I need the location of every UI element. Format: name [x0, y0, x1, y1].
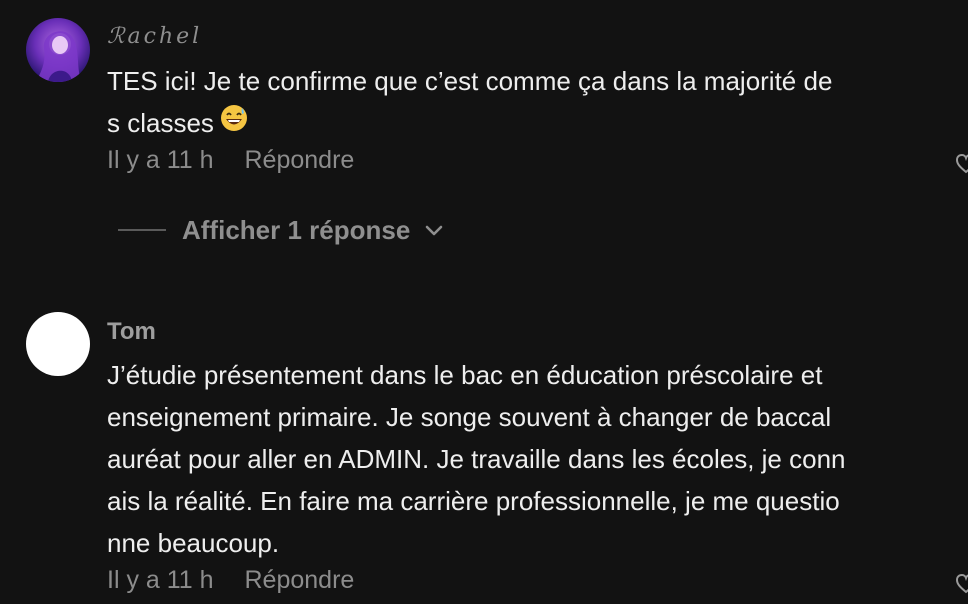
comment-line: J’étudie présentement dans le bac en édu… — [107, 360, 823, 390]
comment-line-with-emoji: s classes — [107, 102, 927, 144]
avatar[interactable] — [26, 18, 90, 82]
comment-text: TES ici! Je te confirme que c’est comme … — [107, 60, 927, 144]
comment-line: nne beaucoup. — [107, 528, 280, 558]
heart-icon[interactable] — [955, 572, 968, 596]
comment-line: TES ici! Je te confirme que c’est comme … — [107, 66, 833, 96]
comment-line: ais la réalité. En faire ma carrière pro… — [107, 486, 840, 516]
comment-timestamp: Il y a 11 h — [107, 146, 214, 174]
comment-username[interactable]: ℛachel — [107, 24, 202, 49]
comment-text: J’étudie présentement dans le bac en édu… — [107, 354, 927, 564]
comment-meta: Il y a 11 h Répondre — [107, 566, 354, 595]
reply-button[interactable]: Répondre — [245, 146, 355, 175]
show-replies-label: Afficher 1 réponse — [182, 214, 411, 245]
comment-meta: Il y a 11 h Répondre — [107, 146, 354, 175]
comment-line: s classes — [107, 108, 214, 138]
heart-icon[interactable] — [955, 152, 968, 176]
comment-line: enseignement primaire. Je songe souvent … — [107, 402, 832, 432]
chevron-down-icon — [424, 223, 444, 237]
comment-line: auréat pour aller en ADMIN. Je travaille… — [107, 444, 846, 474]
reply-button[interactable]: Répondre — [245, 566, 355, 595]
comment-timestamp: Il y a 11 h — [107, 566, 214, 594]
comments-panel: ℛachel TES ici! Je te confirme que c’est… — [0, 0, 968, 604]
divider — [118, 229, 166, 231]
comment-username[interactable]: Tom — [107, 318, 156, 346]
avatar[interactable] — [26, 312, 90, 376]
grinning-sweat-emoji — [220, 102, 248, 144]
show-replies-button[interactable]: Afficher 1 réponse — [118, 212, 444, 248]
avatar-image — [26, 18, 90, 82]
